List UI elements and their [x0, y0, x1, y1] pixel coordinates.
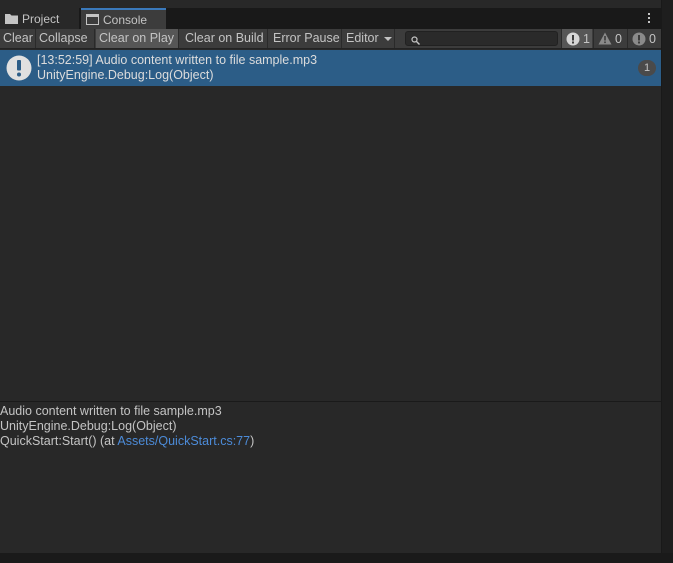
- stacktrace-panel: Audio content written to file sample.mp3…: [0, 402, 661, 553]
- log-entry[interactable]: [13:52:59] Audio content written to file…: [0, 50, 661, 86]
- tab-project-label: Project: [22, 11, 60, 26]
- stacktrace-line: UnityEngine.Debug:Log(Object): [0, 419, 177, 433]
- tab-bar: Project Console: [0, 8, 661, 29]
- tab-console-label: Console: [103, 12, 148, 27]
- log-entry-count-badge: 1: [638, 60, 656, 76]
- warning-icon: [598, 32, 612, 45]
- log-list: [13:52:59] Audio content written to file…: [0, 49, 661, 401]
- error-icon: [632, 32, 646, 45]
- search-icon: [411, 34, 420, 48]
- console-icon: [86, 14, 99, 25]
- log-entry-message: [13:52:59] Audio content written to file…: [37, 53, 318, 67]
- editor-dropdown-label: Editor: [346, 31, 379, 45]
- tab-console[interactable]: Console: [81, 8, 166, 29]
- kebab-menu-icon[interactable]: [645, 11, 653, 25]
- stacktrace-suffix: ): [250, 434, 255, 448]
- error-count-toggle[interactable]: 0: [627, 29, 661, 48]
- log-count: 1: [583, 31, 590, 46]
- error-count: 0: [649, 31, 656, 46]
- source-file-link[interactable]: Assets/QuickStart.cs:77: [117, 434, 250, 448]
- console-window: Project Console Clear Collapse Clear on …: [0, 0, 661, 553]
- folder-icon: [5, 13, 18, 24]
- clear-on-build-toggle[interactable]: Clear on Build: [182, 29, 268, 48]
- info-icon: [6, 55, 32, 84]
- stacktrace-line: QuickStart:Start() (at Assets/QuickStart…: [0, 434, 254, 448]
- log-entry-source: UnityEngine.Debug:Log(Object): [37, 68, 214, 82]
- info-icon: [566, 32, 580, 45]
- log-count-toggle[interactable]: 1: [561, 29, 592, 48]
- warning-count: 0: [615, 31, 622, 46]
- chevron-down-icon: [384, 36, 393, 41]
- error-pause-toggle[interactable]: Error Pause: [270, 29, 342, 48]
- stacktrace-prefix: QuickStart:Start() (at: [0, 434, 118, 448]
- window-bottom-edge: [0, 553, 673, 563]
- tab-project[interactable]: Project: [0, 8, 80, 29]
- collapse-button[interactable]: Collapse: [36, 29, 95, 48]
- editor-dropdown[interactable]: Editor: [343, 29, 395, 48]
- clear-on-play-toggle[interactable]: Clear on Play: [96, 29, 179, 48]
- window-right-edge: [661, 0, 673, 563]
- search-input[interactable]: [405, 31, 558, 46]
- clear-button[interactable]: Clear: [0, 29, 36, 48]
- console-toolbar: Clear Collapse Clear on Play Clear on Bu…: [0, 29, 661, 49]
- warning-count-toggle[interactable]: 0: [593, 29, 627, 48]
- stacktrace-message: Audio content written to file sample.mp3: [0, 404, 222, 418]
